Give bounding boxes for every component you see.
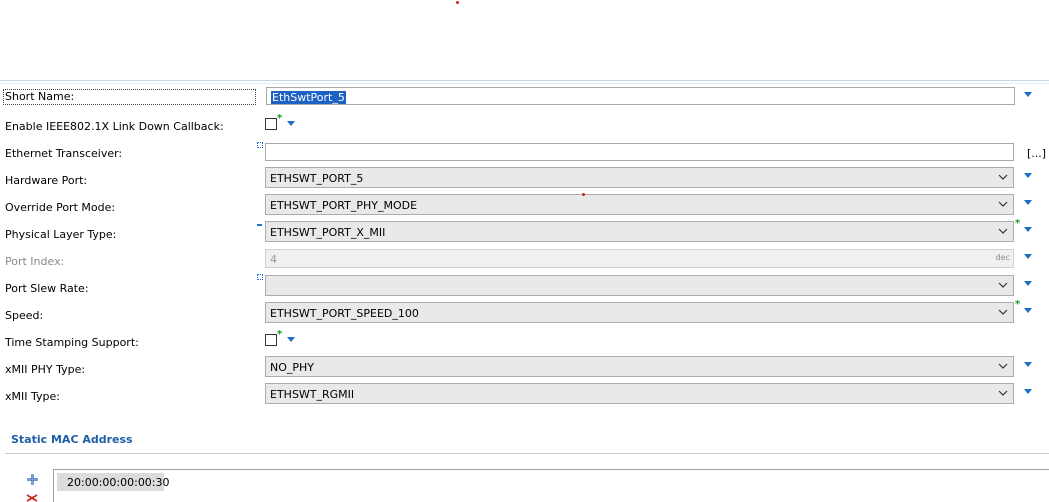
row-hardware-port: Hardware Port: ETHSWT_PORT_5	[0, 166, 1049, 193]
header-divider	[0, 80, 1049, 81]
row-ieee-callback: Enable IEEE802.1X Link Down Callback: *	[0, 112, 1049, 139]
transceiver-input[interactable]	[265, 143, 1014, 161]
xmii-phy-value: NO_PHY	[270, 361, 315, 374]
mac-address-value: 20:00:00:00:00:30	[67, 476, 170, 489]
hardware-port-menu-arrow-icon[interactable]	[1024, 173, 1032, 178]
transceiver-browse-button[interactable]: [...]	[1027, 147, 1046, 160]
slew-rate-select[interactable]	[265, 275, 1014, 296]
transceiver-label: Ethernet Transceiver:	[5, 147, 123, 160]
row-short-name: Short Name: EthSwtPort_5	[0, 85, 1049, 112]
row-xmii-phy: xMII PHY Type: NO_PHY	[0, 355, 1049, 382]
chevron-down-icon	[998, 201, 1008, 207]
time-stamping-checkbox[interactable]	[265, 334, 277, 346]
time-stamping-menu-arrow-icon[interactable]	[287, 337, 295, 342]
xmii-type-value: ETHSWT_RGMII	[270, 388, 355, 401]
red-marker-dot	[456, 1, 459, 4]
port-index-input[interactable]: 4 dec	[265, 249, 1014, 268]
xmii-type-menu-arrow-icon[interactable]	[1024, 389, 1032, 394]
row-slew-rate: Port Slew Rate:	[0, 274, 1049, 301]
hardware-port-value: ETHSWT_PORT_5	[270, 172, 364, 185]
xmii-phy-label: xMII PHY Type:	[5, 363, 86, 376]
row-time-stamping: Time Stamping Support: *	[0, 328, 1049, 355]
port-index-label: Port Index:	[5, 255, 65, 268]
reference-marker-icon	[257, 142, 263, 148]
override-mode-menu-arrow-icon[interactable]	[1024, 200, 1032, 205]
modified-star-icon: *	[277, 329, 283, 340]
modified-star-icon: *	[1015, 218, 1021, 229]
speed-select[interactable]: ETHSWT_PORT_SPEED_100	[265, 302, 1014, 323]
short-name-menu-arrow-icon[interactable]	[1024, 92, 1032, 97]
chevron-down-icon	[998, 363, 1008, 369]
static-mac-list[interactable]: 20:00:00:00:00:30	[53, 469, 1049, 502]
row-transceiver: Ethernet Transceiver: [...]	[0, 139, 1049, 166]
row-override-mode: Override Port Mode: ETHSWT_PORT_PHY_MODE	[0, 193, 1049, 220]
short-name-input[interactable]: EthSwtPort_5	[266, 87, 1015, 105]
row-phy-layer: Physical Layer Type: ETHSWT_PORT_X_MII *	[0, 218, 1049, 247]
ieee-callback-menu-arrow-icon[interactable]	[287, 121, 295, 126]
header-divider-secondary	[0, 83, 1049, 84]
row-speed: Speed: ETHSWT_PORT_SPEED_100 *	[0, 299, 1049, 328]
modified-star-icon: *	[1015, 299, 1021, 310]
chevron-down-icon	[998, 309, 1008, 315]
chevron-down-icon	[998, 390, 1008, 396]
xmii-phy-select[interactable]: NO_PHY	[265, 356, 1014, 377]
red-marker-dot	[582, 193, 585, 196]
reference-marker-icon	[257, 274, 263, 280]
override-mode-label: Override Port Mode:	[5, 201, 116, 214]
short-name-label: Short Name:	[3, 89, 256, 105]
ieee-callback-checkbox[interactable]	[265, 118, 277, 130]
add-icon[interactable]	[26, 473, 39, 486]
override-mode-value: ETHSWT_PORT_PHY_MODE	[270, 199, 418, 212]
phy-layer-menu-arrow-icon[interactable]	[1024, 227, 1032, 232]
row-port-index: Port Index: 4 dec	[0, 247, 1049, 274]
xmii-type-label: xMII Type:	[5, 390, 60, 403]
port-index-menu-arrow-icon[interactable]	[1024, 254, 1032, 259]
phy-layer-value: ETHSWT_PORT_X_MII	[270, 226, 386, 239]
speed-label: Speed:	[5, 309, 44, 322]
time-stamping-label: Time Stamping Support:	[5, 336, 139, 349]
speed-value: ETHSWT_PORT_SPEED_100	[270, 307, 419, 320]
chevron-down-icon	[998, 228, 1008, 234]
modified-star-icon: *	[277, 113, 283, 124]
phy-layer-select[interactable]: ETHSWT_PORT_X_MII	[265, 221, 1014, 242]
row-xmii-type: xMII Type: ETHSWT_RGMII	[0, 382, 1049, 409]
hardware-port-label: Hardware Port:	[5, 174, 88, 187]
port-index-unit: dec	[995, 253, 1010, 262]
short-name-value: EthSwtPort_5	[271, 91, 346, 104]
chevron-down-icon	[998, 282, 1008, 288]
xmii-type-select[interactable]: ETHSWT_RGMII	[265, 383, 1014, 404]
reference-marker-icon	[257, 224, 262, 226]
static-mac-section-title[interactable]: Static MAC Address	[11, 433, 133, 446]
override-mode-select[interactable]: ETHSWT_PORT_PHY_MODE	[265, 194, 1014, 215]
ieee-callback-label: Enable IEEE802.1X Link Down Callback:	[5, 120, 224, 133]
hardware-port-select[interactable]: ETHSWT_PORT_5	[265, 167, 1014, 188]
xmii-phy-menu-arrow-icon[interactable]	[1024, 362, 1032, 367]
speed-menu-arrow-icon[interactable]	[1024, 308, 1032, 313]
slew-rate-label: Port Slew Rate:	[5, 282, 89, 295]
port-index-value: 4	[270, 253, 277, 266]
phy-layer-label: Physical Layer Type:	[5, 228, 117, 241]
slew-rate-menu-arrow-icon[interactable]	[1024, 281, 1032, 286]
list-item[interactable]: 20:00:00:00:00:30	[57, 473, 170, 491]
chevron-down-icon	[998, 174, 1008, 180]
section-divider	[5, 453, 1049, 454]
